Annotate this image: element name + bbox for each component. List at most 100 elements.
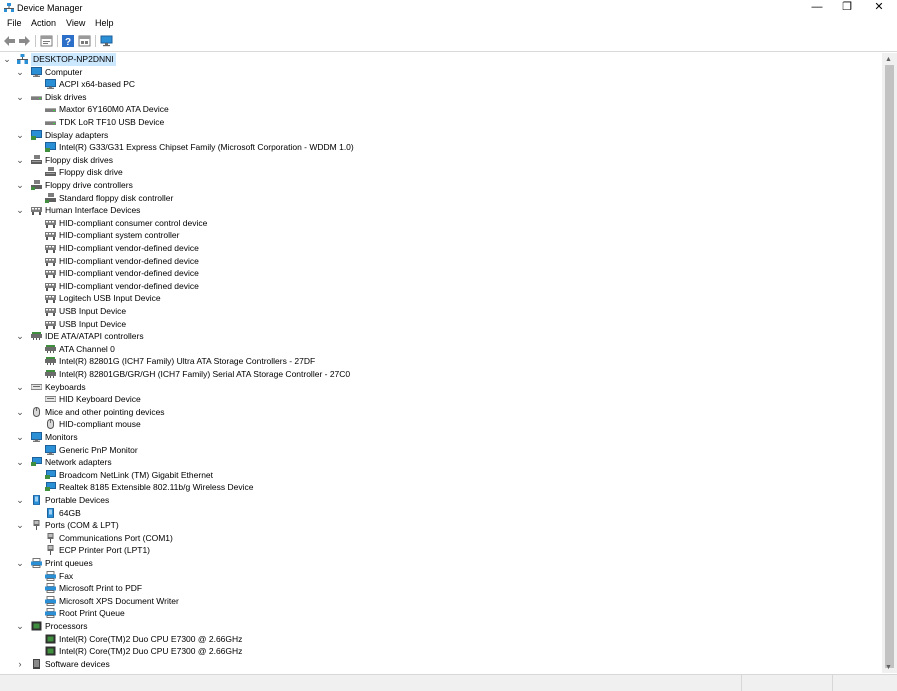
chevron-down-icon[interactable]: ⌄ xyxy=(16,154,24,166)
tree-item-label: Intel(R) G33/G31 Express Chipset Family … xyxy=(59,142,354,153)
category-item[interactable]: ⌄ Computer xyxy=(0,66,880,79)
device-item[interactable]: HID-compliant vendor-defined device xyxy=(0,242,880,255)
device-item[interactable]: HID-compliant system controller xyxy=(0,229,880,242)
help-icon[interactable]: ? xyxy=(62,35,74,47)
device-item[interactable]: ECP Printer Port (LPT1) xyxy=(0,544,880,557)
device-item[interactable]: HID Keyboard Device xyxy=(0,393,880,406)
chevron-down-icon[interactable]: ⌄ xyxy=(16,431,24,443)
chevron-down-icon[interactable]: ⌄ xyxy=(16,330,24,342)
device-item[interactable]: Intel(R) 82801GB/GR/GH (ICH7 Family) Ser… xyxy=(0,368,880,381)
chevron-down-icon[interactable]: ⌄ xyxy=(16,406,24,418)
chevron-down-icon[interactable]: ⌄ xyxy=(16,91,24,103)
category-item[interactable]: ⌄ Display adapters xyxy=(0,129,880,142)
floppy-drive-icon xyxy=(45,167,56,177)
tree-item-label: Logitech USB Input Device xyxy=(59,293,161,304)
chevron-down-icon[interactable]: ⌄ xyxy=(16,204,24,216)
category-item[interactable]: ⌄ Ports (COM & LPT) xyxy=(0,519,880,532)
chevron-down-icon[interactable]: ⌄ xyxy=(16,620,24,632)
category-item[interactable]: ⌄ Monitors xyxy=(0,431,880,444)
category-item[interactable]: ⌄ IDE ATA/ATAPI controllers xyxy=(0,330,880,343)
device-item[interactable]: HID-compliant vendor-defined device xyxy=(0,255,880,268)
device-item[interactable]: Realtek 8185 Extensible 802.11b/g Wirele… xyxy=(0,481,880,494)
device-item[interactable]: Intel(R) Core(TM)2 Duo CPU E7300 @ 2.66G… xyxy=(0,645,880,658)
chevron-down-icon[interactable]: ⌄ xyxy=(16,129,24,141)
properties-icon[interactable] xyxy=(40,35,53,47)
tree-item-label: HID-compliant system controller xyxy=(59,230,180,241)
close-button[interactable]: ✕ xyxy=(864,0,894,16)
device-item[interactable]: Standard floppy disk controller xyxy=(0,192,880,205)
restore-button[interactable]: ❐ xyxy=(832,0,862,16)
chevron-right-icon[interactable]: › xyxy=(16,658,24,670)
device-item[interactable]: HID-compliant vendor-defined device xyxy=(0,267,880,280)
device-item[interactable]: USB Input Device xyxy=(0,305,880,318)
root-item[interactable]: ⌄ DESKTOP-NP2DNNI xyxy=(0,53,880,66)
device-item[interactable]: Microsoft XPS Document Writer xyxy=(0,595,880,608)
device-item[interactable]: TDK LoR TF10 USB Device xyxy=(0,116,880,129)
category-item[interactable]: › Software devices xyxy=(0,658,880,671)
device-item[interactable]: Root Print Queue xyxy=(0,607,880,620)
device-item[interactable]: Intel(R) G33/G31 Express Chipset Family … xyxy=(0,141,880,154)
scroll-thumb[interactable] xyxy=(885,65,894,668)
device-item[interactable]: Microsoft Print to PDF xyxy=(0,582,880,595)
chevron-down-icon[interactable]: ⌄ xyxy=(3,53,11,65)
back-arrow-icon[interactable] xyxy=(3,35,16,47)
device-item[interactable]: Fax xyxy=(0,570,880,583)
category-item[interactable]: ⌄ Network adapters xyxy=(0,456,880,469)
scroll-up-arrow-icon[interactable]: ▲ xyxy=(885,56,892,63)
forward-arrow-icon[interactable] xyxy=(18,35,31,47)
device-item[interactable]: Intel(R) Core(TM)2 Duo CPU E7300 @ 2.66G… xyxy=(0,633,880,646)
monitor-icon[interactable] xyxy=(100,35,113,47)
floppy-controller-icon xyxy=(45,192,56,203)
chevron-down-icon[interactable]: ⌄ xyxy=(16,519,24,531)
menu-file[interactable]: File xyxy=(7,18,22,28)
chevron-down-icon[interactable]: ⌄ xyxy=(16,456,24,468)
device-item[interactable]: Generic PnP Monitor xyxy=(0,444,880,457)
chevron-down-icon[interactable]: ⌄ xyxy=(16,179,24,191)
chevron-down-icon[interactable]: ⌄ xyxy=(16,557,24,569)
device-item[interactable]: ACPI x64-based PC xyxy=(0,78,880,91)
tree-item-label: Intel(R) Core(TM)2 Duo CPU E7300 @ 2.66G… xyxy=(59,633,243,644)
menu-view[interactable]: View xyxy=(66,18,85,28)
title-bar: Device Manager — ❐ ✕ xyxy=(0,0,897,16)
category-item[interactable]: ⌄ Disk drives xyxy=(0,91,880,104)
device-item[interactable]: Floppy disk drive xyxy=(0,166,880,179)
window-title: Device Manager xyxy=(17,3,83,13)
device-item[interactable]: Logitech USB Input Device xyxy=(0,292,880,305)
device-item[interactable]: USB Input Device xyxy=(0,318,880,331)
tree-item-label: Intel(R) 82801GB/GR/GH (ICH7 Family) Ser… xyxy=(59,369,351,379)
device-item[interactable]: Maxtor 6Y160M0 ATA Device xyxy=(0,103,880,116)
device-item[interactable]: HID-compliant consumer control device xyxy=(0,217,880,230)
chevron-down-icon[interactable]: ⌄ xyxy=(16,66,24,78)
chevron-down-icon[interactable]: ⌄ xyxy=(16,381,24,393)
category-item[interactable]: ⌄ Mice and other pointing devices xyxy=(0,406,880,419)
category-item[interactable]: ⌄ Processors xyxy=(0,620,880,633)
category-item[interactable]: ⌄ Human Interface Devices xyxy=(0,204,880,217)
tree-item-label: Monitors xyxy=(45,432,78,442)
scroll-down-arrow-icon[interactable]: ▼ xyxy=(885,664,892,671)
device-item[interactable]: Communications Port (COM1) xyxy=(0,532,880,545)
processor-icon xyxy=(31,621,42,631)
device-item[interactable]: ATA Channel 0 xyxy=(0,343,880,356)
vertical-scrollbar[interactable]: ▲ ▼ xyxy=(882,53,897,673)
device-item[interactable]: Intel(R) 82801G (ICH7 Family) Ultra ATA … xyxy=(0,355,880,368)
port-icon xyxy=(47,545,54,556)
tree-item-label: ACPI x64-based PC xyxy=(59,79,136,90)
update-driver-icon[interactable] xyxy=(78,35,91,47)
device-tree[interactable]: ⌄ DESKTOP-NP2DNNI ⌄ Computer ACPI x64-based … xyxy=(0,53,882,673)
category-item[interactable]: ⌄ Keyboards xyxy=(0,381,880,394)
menu-help[interactable]: Help xyxy=(95,18,114,28)
category-item[interactable]: ⌄ Print queues xyxy=(0,557,880,570)
printer-icon xyxy=(31,558,42,568)
minimize-button[interactable]: — xyxy=(802,0,832,16)
device-item[interactable]: HID-compliant mouse xyxy=(0,418,880,431)
category-item[interactable]: ⌄ Floppy drive controllers xyxy=(0,179,880,192)
category-item[interactable]: ⌄ Floppy disk drives xyxy=(0,154,880,167)
device-item[interactable]: Broadcom NetLink (TM) Gigabit Ethernet xyxy=(0,469,880,482)
device-item[interactable]: HID-compliant vendor-defined device xyxy=(0,280,880,293)
toolbar-separator xyxy=(57,35,58,47)
chevron-down-icon[interactable]: ⌄ xyxy=(16,494,24,506)
category-item[interactable]: ⌄ Portable Devices xyxy=(0,494,880,507)
device-item[interactable]: 64GB xyxy=(0,507,880,520)
tree-item-label: Microsoft Print to PDF xyxy=(59,583,143,594)
menu-action[interactable]: Action xyxy=(31,18,56,28)
